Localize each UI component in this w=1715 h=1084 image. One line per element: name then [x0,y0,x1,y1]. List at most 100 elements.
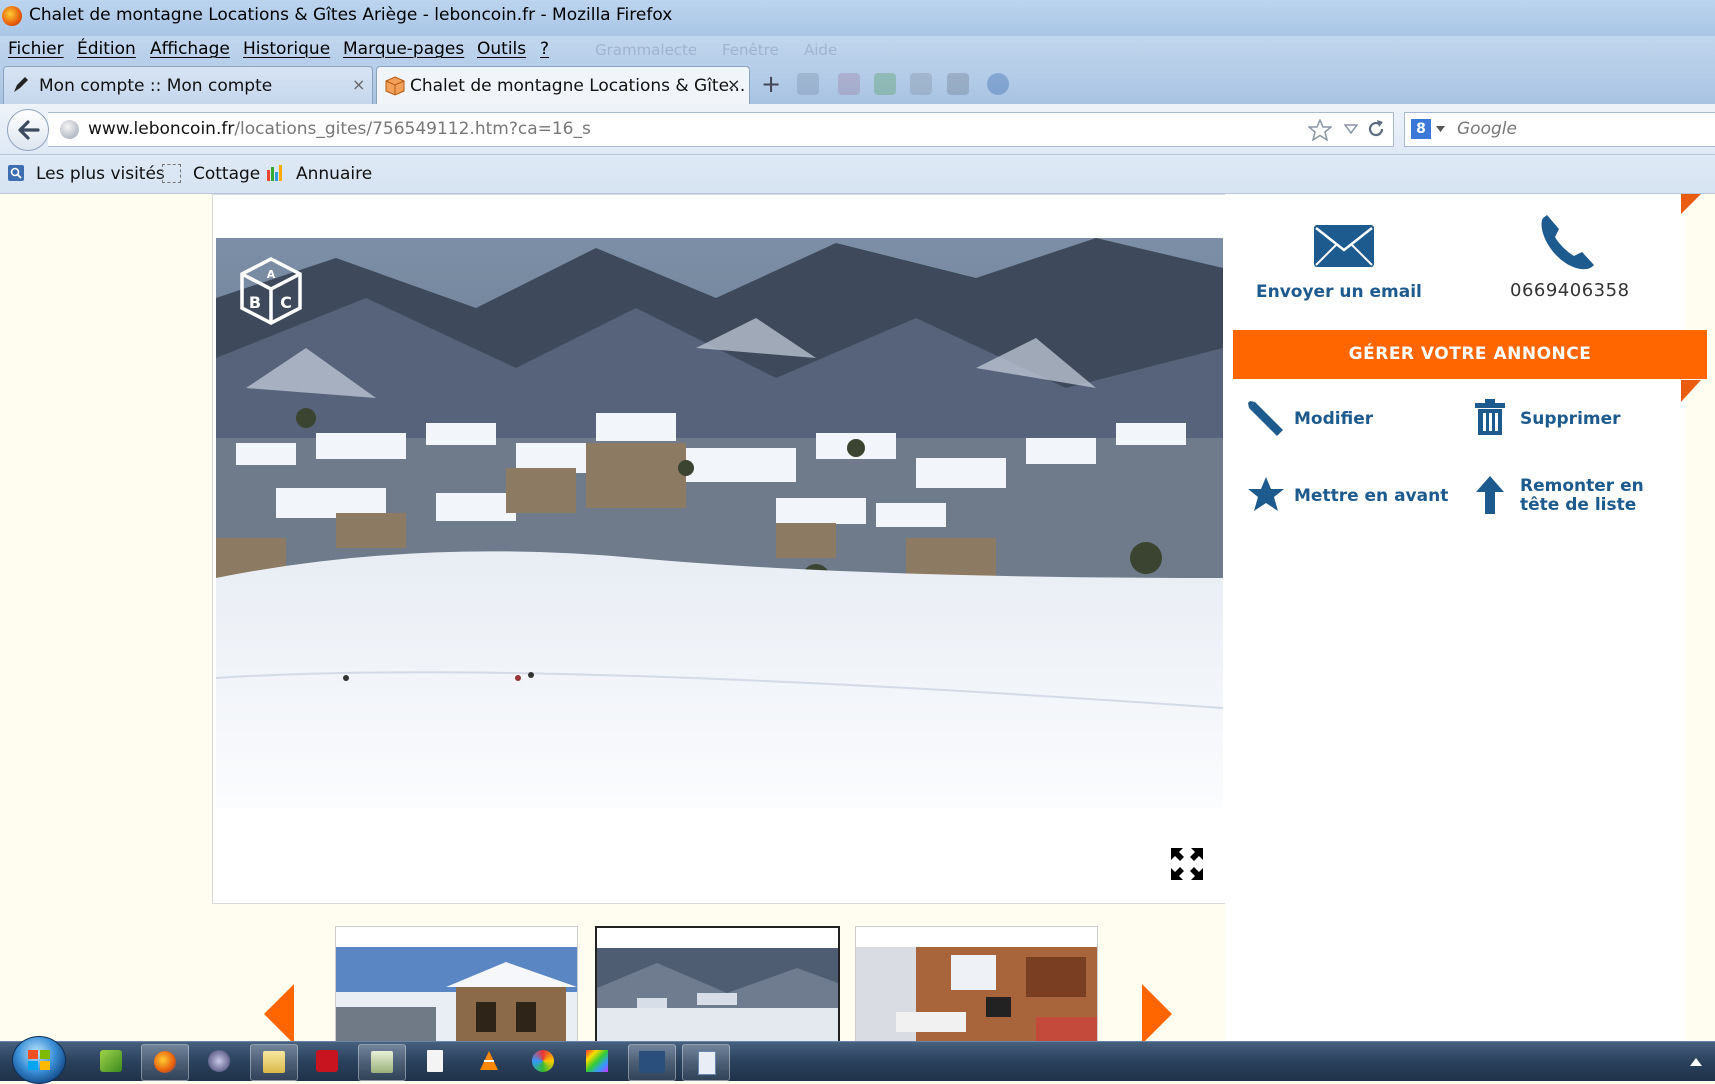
bookmark-les-plus-visites[interactable]: Les plus visités [36,164,165,184]
pencil-icon[interactable] [1247,400,1285,436]
arrow-up-icon[interactable] [1475,475,1505,515]
app-icon [100,1050,122,1072]
send-email-link[interactable]: Envoyer un email [1256,282,1422,302]
menu-fichier[interactable]: Fichier [8,39,64,59]
annuaire-icon [267,165,282,181]
toolbar-help-icon[interactable] [987,73,1009,95]
tab-strip: Mon compte :: Mon compte × Chalet de mon… [0,64,1715,105]
snowy-village-photo [216,238,1223,808]
app-icon [532,1050,554,1072]
pen-icon [14,77,28,92]
tray-expand-icon[interactable] [1690,1058,1702,1066]
window-title-bar: Chalet de montagne Locations & Gîtes Ari… [0,0,1715,36]
taskbar-app-green[interactable] [88,1044,134,1079]
most-visited-icon [8,165,24,181]
page-icon [427,1050,443,1072]
thumbnail-chalet-exterior[interactable] [335,926,578,1041]
page-icon [162,164,181,183]
next-thumbnail-arrow-icon[interactable] [1140,984,1174,1041]
toolbar-filter-icon[interactable] [947,73,969,95]
new-tab-button[interactable]: + [756,68,786,100]
toolbar-extension-icon[interactable] [797,73,819,95]
envelope-icon[interactable] [1313,224,1375,268]
app-icon [371,1051,393,1073]
taskbar-app-color[interactable] [574,1044,620,1079]
trash-icon[interactable] [1473,398,1507,436]
taskbar-app-globe[interactable] [196,1044,242,1079]
prev-thumbnail-arrow-icon[interactable] [262,984,296,1041]
bookmarks-toolbar: Les plus visités Cottage Annuaire [0,155,1715,194]
manage-listing-button[interactable]: GÉRER VOTRE ANNONCE [1233,330,1707,379]
bump-listing-link[interactable]: Remonter en tête de liste [1520,477,1644,515]
windows-taskbar [0,1036,1715,1084]
menu-historique[interactable]: Historique [243,39,330,59]
toolbar-extension-icon[interactable] [910,73,932,95]
toolbar-extension-icon[interactable] [838,73,860,95]
search-engine-icon[interactable]: 8 [1411,119,1431,139]
menu-help[interactable]: ? [540,39,549,59]
photo-viewer: A B C [212,194,1226,904]
menu-ghost-aide: Aide [804,41,838,59]
taskbar-app-explorer[interactable] [250,1044,298,1081]
thumbnail-village-selected[interactable] [595,926,840,1041]
logo-letter-b: B [249,293,261,312]
tab-close-icon[interactable]: × [352,75,365,94]
bookmark-annuaire[interactable]: Annuaire [296,164,372,184]
thumbnail-interior[interactable] [855,926,1098,1041]
globe-icon [60,120,79,139]
menu-edition[interactable]: Édition [77,39,136,59]
menu-affichage[interactable]: Affichage [150,39,230,59]
notepad-icon [698,1051,716,1075]
taskbar-app-twp[interactable] [628,1044,676,1081]
tab-mon-compte[interactable]: Mon compte :: Mon compte × [3,66,373,105]
reload-icon[interactable] [1366,119,1386,139]
tab-chalet[interactable]: Chalet de montagne Locations & Gîte... × [376,66,750,105]
phone-number[interactable]: 0669406358 [1510,280,1630,301]
logo-letter-a: A [267,268,276,281]
app-icon [208,1050,230,1072]
taskbar-app-document[interactable] [358,1044,406,1081]
pdf-icon [316,1050,338,1072]
main-listing-photo[interactable]: A B C [216,238,1223,808]
feature-listing-link[interactable]: Mettre en avant [1294,486,1448,506]
fullscreen-expand-icon[interactable] [1170,847,1204,881]
edit-link[interactable]: Modifier [1294,409,1373,429]
app-icon [586,1050,608,1072]
delete-link[interactable]: Supprimer [1520,409,1621,429]
taskbar-app-firefox[interactable] [141,1044,189,1081]
search-box[interactable]: 8 Google [1404,112,1715,147]
start-button[interactable] [12,1036,66,1084]
url-bar[interactable]: www.leboncoin.fr/locations_gites/7565491… [48,112,1394,147]
toolbar-extension-icon[interactable] [874,73,896,95]
menu-marque-pages[interactable]: Marque-pages [343,39,464,59]
menu-outils[interactable]: Outils [477,39,526,59]
chevron-down-icon[interactable] [1436,126,1445,132]
star-icon[interactable] [1247,476,1285,512]
vlc-cone-icon [480,1051,498,1070]
menu-ghost-grammalecte: Grammalecte [595,41,698,59]
bookmark-star-icon[interactable] [1308,119,1332,141]
back-button[interactable] [7,109,49,151]
tab-close-icon[interactable]: × [727,75,740,94]
bump-line2: tête de liste [1520,495,1637,515]
bump-line1: Remonter en [1520,476,1644,496]
logo-letter-c: C [280,293,292,312]
taskbar-app-notepad[interactable] [682,1044,730,1081]
thumbnail-image [597,948,838,1041]
firefox-logo-icon [2,6,22,26]
url-text[interactable]: www.leboncoin.fr/locations_gites/7565491… [88,119,591,139]
taskbar-app-vlc[interactable] [466,1044,512,1079]
taskbar-app-blank-page[interactable] [412,1044,458,1079]
cube-favicon-icon [385,76,405,96]
url-path: /locations_gites/756549112.htm?ca=16_s [234,119,591,139]
taskbar-app-picasa[interactable] [520,1044,566,1079]
window-title: Chalet de montagne Locations & Gîtes Ari… [29,5,673,25]
folder-icon [263,1051,285,1073]
history-dropdown-icon[interactable] [1344,124,1358,134]
bookmark-cottage[interactable]: Cottage [193,164,260,184]
windows-logo-icon [28,1050,50,1070]
taskbar-app-pdf[interactable] [304,1044,350,1079]
thumbnail-image [856,947,1097,1041]
menu-ghost-fenetre: Fenêtre [722,41,779,59]
phone-icon[interactable] [1537,212,1599,272]
